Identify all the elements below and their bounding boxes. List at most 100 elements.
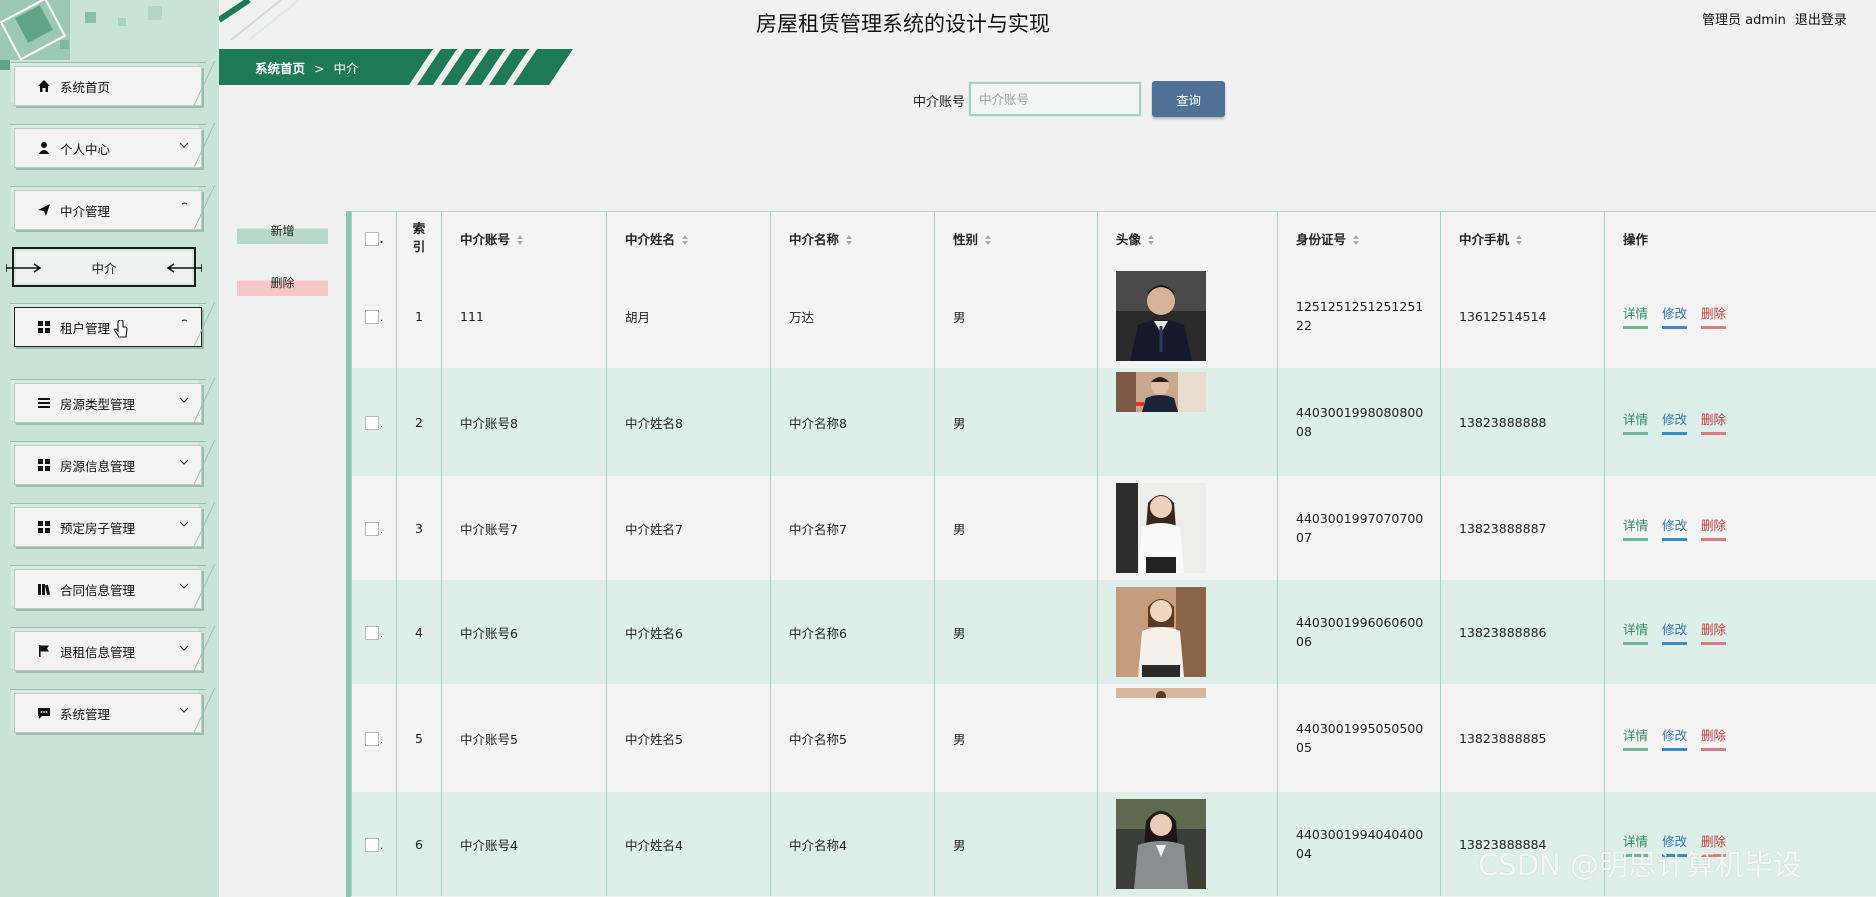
sort-icon[interactable] xyxy=(1147,234,1155,246)
row-select-cell: . xyxy=(351,792,397,896)
sort-icon[interactable] xyxy=(1515,234,1523,246)
cell-account: 中介账号4 xyxy=(441,792,607,896)
cell-avatar xyxy=(1097,264,1278,368)
table-row: . 5 中介账号5 中介姓名5 中介名称5 男 4403001995050500… xyxy=(351,684,1876,792)
avatar[interactable] xyxy=(1116,688,1206,698)
chevron-down-icon xyxy=(179,142,189,148)
column-header-idcard[interactable]: 身份证号 xyxy=(1277,211,1441,264)
avatar[interactable] xyxy=(1116,799,1206,889)
edit-button[interactable]: 修改 xyxy=(1662,515,1688,541)
sort-icon[interactable] xyxy=(516,234,524,246)
column-header-account[interactable]: 中介账号 xyxy=(441,211,607,264)
sort-icon[interactable] xyxy=(1352,234,1360,246)
column-header-phone[interactable]: 中介手机 xyxy=(1440,211,1605,264)
cell-idcard: 440300199505050005 xyxy=(1277,684,1441,792)
edit-button[interactable]: 修改 xyxy=(1662,619,1688,645)
row-checkbox[interactable] xyxy=(364,625,379,640)
detail-button[interactable]: 详情 xyxy=(1623,303,1649,329)
delete-button[interactable]: 删除 xyxy=(1701,303,1727,329)
logout-link[interactable]: 退出登录 xyxy=(1795,13,1847,28)
sidebar-item-label: 预定房子管理 xyxy=(60,520,136,536)
loading-icon xyxy=(181,319,188,322)
sort-icon[interactable] xyxy=(845,234,853,246)
sidebar-item-contract[interactable]: 合同信息管理 xyxy=(10,565,206,609)
sidebar-item-label: 系统管理 xyxy=(60,706,111,722)
sidebar-item-label: 系统首页 xyxy=(60,79,111,95)
edit-button[interactable]: 修改 xyxy=(1662,409,1688,435)
data-table: . 索引 中介账号 中介姓名 中介名称 性别 头像 身份证号 中介手机 操作 .… xyxy=(346,211,1876,897)
sidebar-item-agent-management[interactable]: 中介管理 xyxy=(10,186,206,230)
cell-account: 111 xyxy=(441,264,607,368)
cell-account: 中介账号5 xyxy=(441,684,607,792)
loading-icon xyxy=(181,202,188,205)
checkbox-dot: . xyxy=(379,312,384,324)
cell-idcard: 125125125125125122 xyxy=(1277,264,1441,368)
sidebar-item-system[interactable]: 系统管理 xyxy=(10,689,206,733)
cell-idcard: 440300199707070007 xyxy=(1277,476,1441,580)
cell-gender: 男 xyxy=(934,792,1098,896)
sidebar-item-checkout[interactable]: 退租信息管理 xyxy=(10,627,206,671)
row-select-cell: . xyxy=(351,476,397,580)
cell-actions: 详情 修改 删除 xyxy=(1604,264,1876,368)
avatar[interactable] xyxy=(1116,483,1206,573)
row-checkbox[interactable] xyxy=(364,837,379,852)
library-icon xyxy=(36,581,52,597)
column-header-gender[interactable]: 性别 xyxy=(934,211,1098,264)
cell-gender: 男 xyxy=(934,368,1098,476)
column-header-avatar[interactable]: 头像 xyxy=(1097,211,1278,264)
edit-button[interactable]: 修改 xyxy=(1662,303,1688,329)
search-button[interactable]: 查询 xyxy=(1152,81,1225,117)
table-row: . 4 中介账号6 中介姓名6 中介名称6 男 4403001996060600… xyxy=(351,580,1876,684)
select-all-checkbox[interactable] xyxy=(364,231,379,246)
detail-button[interactable]: 详情 xyxy=(1623,515,1649,541)
avatar[interactable] xyxy=(1116,271,1206,361)
sidebar-item-tenant-management[interactable]: 租户管理 xyxy=(10,303,206,347)
list-icon xyxy=(36,395,52,411)
row-checkbox[interactable] xyxy=(364,731,379,746)
avatar[interactable] xyxy=(1116,372,1206,412)
header-decoration xyxy=(219,0,300,40)
cell-idcard: 440300199404040004 xyxy=(1277,792,1441,896)
cell-company: 中介名称5 xyxy=(770,684,935,792)
cell-name: 中介姓名4 xyxy=(606,792,771,896)
delete-button[interactable]: 删除 xyxy=(1701,619,1727,645)
delete-button[interactable]: 删除 xyxy=(1701,409,1727,435)
cell-company: 中介名称8 xyxy=(770,368,935,476)
sort-icon[interactable] xyxy=(984,234,992,246)
batch-delete-button[interactable]: 删除 xyxy=(237,268,328,296)
edit-button[interactable]: 修改 xyxy=(1662,725,1688,751)
sidebar-item-house-type[interactable]: 房源类型管理 xyxy=(10,379,206,423)
delete-button[interactable]: 删除 xyxy=(1701,515,1727,541)
breadcrumb-home[interactable]: 系统首页 xyxy=(255,61,305,76)
checkbox-dot: . xyxy=(379,524,384,536)
detail-button[interactable]: 详情 xyxy=(1623,725,1649,751)
add-button[interactable]: 新增 xyxy=(237,216,328,244)
delete-button[interactable]: 删除 xyxy=(1701,725,1727,751)
row-checkbox[interactable] xyxy=(364,521,379,536)
sidebar-item-label: 中介管理 xyxy=(60,203,111,219)
sidebar-subitem-agent[interactable]: 中介 xyxy=(6,247,202,287)
cell-avatar xyxy=(1097,368,1278,476)
row-checkbox[interactable] xyxy=(364,309,379,324)
avatar[interactable] xyxy=(1116,587,1206,677)
row-select-cell: . xyxy=(351,264,397,368)
sidebar-item-reservation[interactable]: 预定房子管理 xyxy=(10,503,206,547)
chevron-down-icon xyxy=(179,707,189,713)
row-checkbox[interactable] xyxy=(364,415,379,430)
table-header-row: . 索引 中介账号 中介姓名 中介名称 性别 头像 身份证号 中介手机 操作 xyxy=(351,211,1876,264)
cell-name: 中介姓名5 xyxy=(606,684,771,792)
sidebar-item-house-info[interactable]: 房源信息管理 xyxy=(10,441,206,485)
sort-icon[interactable] xyxy=(681,234,689,246)
column-header-name[interactable]: 中介姓名 xyxy=(606,211,771,264)
cell-index: 1 xyxy=(396,264,442,368)
detail-button[interactable]: 详情 xyxy=(1623,619,1649,645)
sidebar-item-label: 房源类型管理 xyxy=(60,396,136,412)
checkbox-dot: . xyxy=(379,234,384,246)
sidebar-item-home[interactable]: 系统首页 xyxy=(10,62,206,106)
sidebar-item-personal[interactable]: 个人中心 xyxy=(10,124,206,168)
search-input[interactable] xyxy=(968,81,1142,117)
column-header-label: 性别 xyxy=(953,231,979,247)
column-header-company[interactable]: 中介名称 xyxy=(770,211,935,264)
detail-button[interactable]: 详情 xyxy=(1623,409,1649,435)
cell-phone: 13823888886 xyxy=(1440,580,1605,684)
